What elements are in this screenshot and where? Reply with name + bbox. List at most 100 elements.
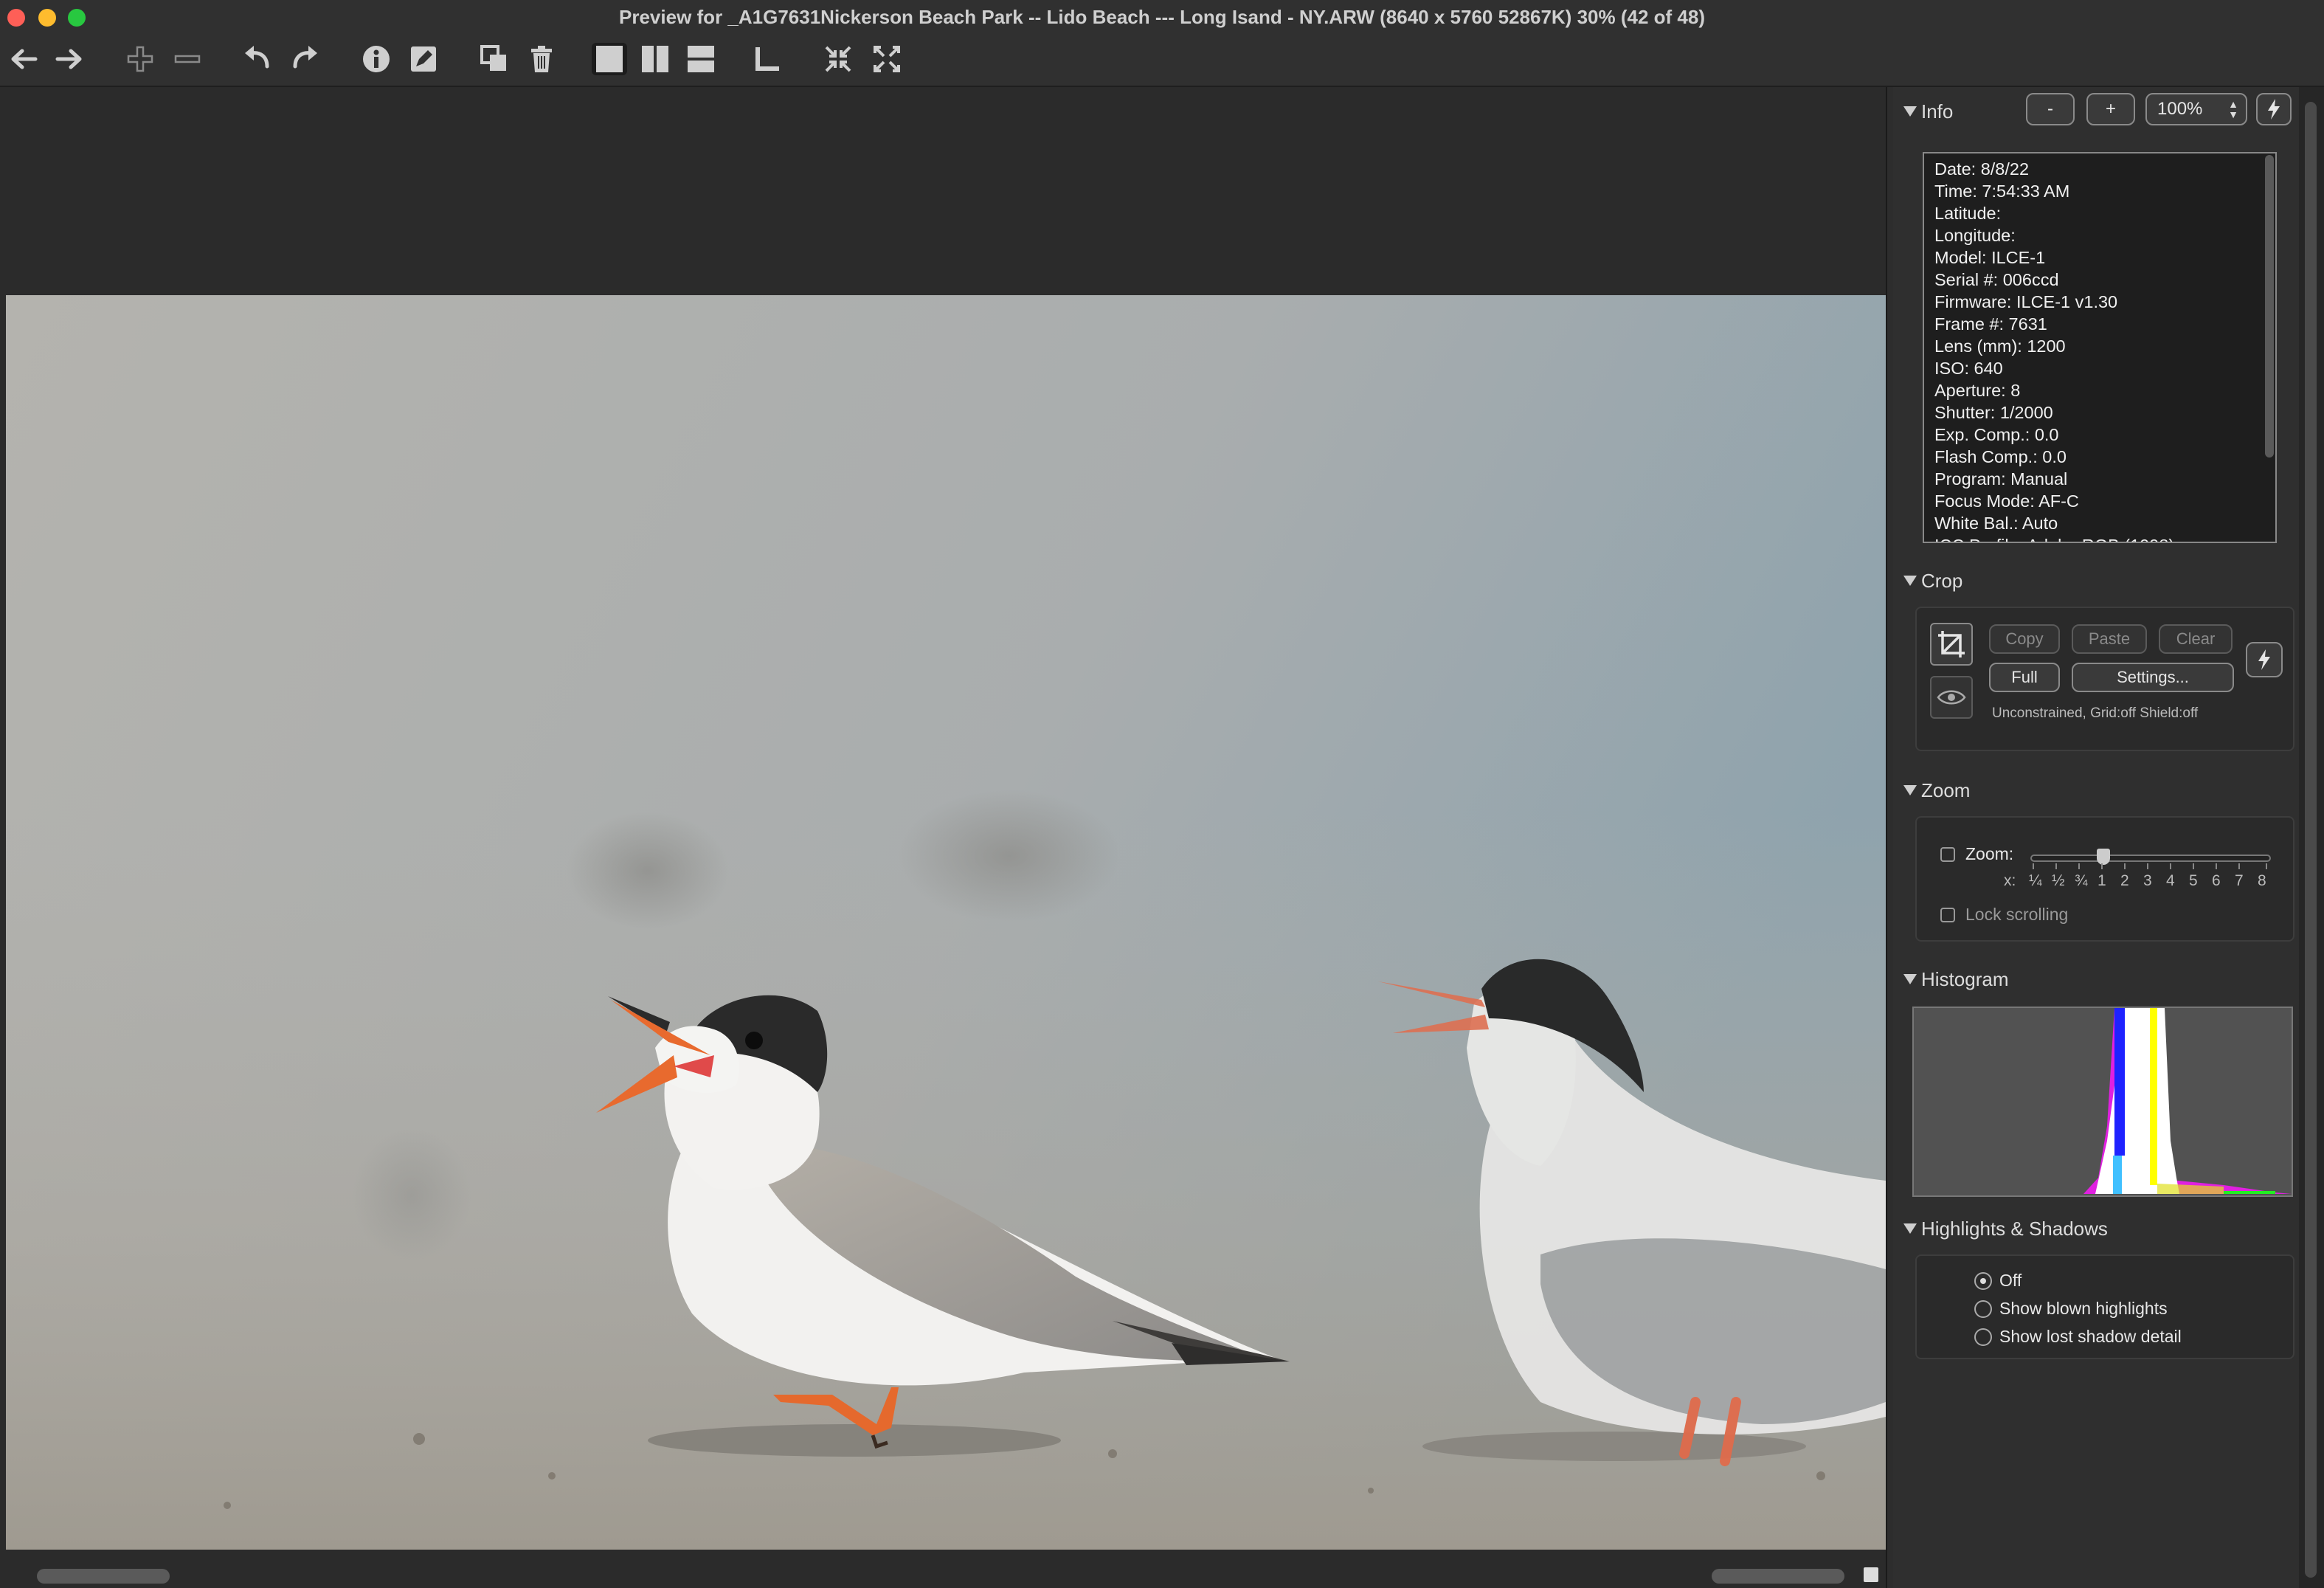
fit-screen-button[interactable] [822, 43, 854, 75]
metadata-line: Firmware: ILCE-1 v1.30 [1934, 292, 2118, 311]
metadata-line: Time: 7:54:33 AM [1934, 182, 2070, 201]
rotate-right-button[interactable] [289, 43, 322, 75]
metadata-line: Latitude: [1934, 204, 2002, 223]
crop-icon [1938, 631, 1965, 657]
stepper-arrows-icon: ▲ ▼ [2228, 98, 2238, 120]
zoom-tick-label: 3 [2143, 872, 2152, 889]
zoom-x-label: x: [2004, 872, 2016, 889]
zoom-slider[interactable] [2030, 849, 2271, 871]
minus-icon [174, 55, 201, 63]
metadata-line: Model: ILCE-1 [1934, 248, 2046, 267]
full-screen-button[interactable] [871, 43, 903, 75]
single-pane-icon [596, 46, 623, 72]
metadata-line: Aperture: 8 [1934, 381, 2021, 400]
metadata-line: Exp. Comp.: 0.0 [1934, 425, 2059, 444]
crop-full-button[interactable]: Full [1989, 663, 2060, 692]
info-section-header[interactable]: Info [1903, 100, 1953, 123]
remove-button[interactable] [171, 43, 204, 75]
crop-copy-button[interactable]: Copy [1989, 624, 2060, 654]
lightning-icon [2258, 649, 2270, 670]
preview-image[interactable] [6, 295, 1886, 1550]
viewer-scrollbar-right[interactable] [1712, 1569, 1844, 1584]
expand-arrows-icon [874, 46, 900, 72]
histogram-section-header[interactable]: Histogram [1903, 968, 2008, 991]
forward-arrow-button[interactable] [53, 43, 86, 75]
arrow-right-icon [55, 49, 82, 69]
crop-status-text: Unconstrained, Grid:off Shield:off [1992, 705, 2199, 721]
disclosure-triangle-icon [1903, 785, 1917, 795]
metadata-box[interactable]: Date: 8/8/22 Time: 7:54:33 AM Latitude: Lon… [1923, 152, 2277, 543]
window-title: Preview for _A1G7631Nickerson Beach Park… [619, 6, 1705, 28]
edit-icon [411, 46, 436, 72]
zoom-tick-label: 8 [2258, 872, 2266, 889]
filmstrip-button[interactable] [751, 43, 784, 75]
crop-tool-button[interactable] [1930, 623, 1973, 666]
zoom-tick-label: 7 [2235, 872, 2244, 889]
crop-action-button[interactable] [2246, 642, 2283, 677]
resize-corner[interactable] [1864, 1567, 1878, 1582]
delete-button[interactable] [525, 43, 558, 75]
zoom-tick-label: 5 [2189, 872, 2198, 889]
toolbar [0, 37, 2324, 87]
single-view-button[interactable] [592, 43, 627, 75]
zoom-tick-label: 1 [2098, 872, 2106, 889]
info-button[interactable] [360, 43, 392, 75]
zoom-out-button[interactable]: - [2026, 93, 2075, 125]
crop-section-header[interactable]: Crop [1903, 570, 1962, 593]
back-arrow-button[interactable] [7, 43, 40, 75]
info-icon [363, 46, 390, 72]
add-button[interactable] [124, 43, 156, 75]
highlights-section-header[interactable]: Highlights & Shadows [1903, 1218, 2108, 1240]
lock-scrolling-checkbox[interactable] [1940, 908, 1955, 922]
disclosure-triangle-icon [1903, 576, 1917, 586]
edit-button[interactable] [407, 43, 440, 75]
panel-scrollbar-thumb[interactable] [2305, 102, 2317, 1578]
metadata-line: ISO: 640 [1934, 359, 2003, 378]
zoom-tick-label: ¾ [2075, 872, 2088, 889]
zoom-tick-label: 2 [2120, 872, 2129, 889]
lightning-icon [2268, 99, 2280, 120]
crop-paste-button[interactable]: Paste [2072, 624, 2147, 654]
metadata-line: Lens (mm): 1200 [1934, 336, 2066, 356]
split-horizontal-button[interactable] [685, 43, 717, 75]
split-vertical-button[interactable] [639, 43, 671, 75]
highlights-option-label: Show lost shadow detail [1999, 1327, 2182, 1346]
metadata-line: Program: Manual [1934, 469, 2068, 489]
arrow-left-icon [11, 49, 38, 69]
zoom-tick-label: 4 [2166, 872, 2175, 889]
rotate-right-icon [293, 46, 317, 69]
eye-icon [1937, 690, 1966, 705]
collapse-arrows-icon [825, 46, 851, 72]
metadata-line: Focus Mode: AF-C [1934, 491, 2079, 511]
highlights-radio-2[interactable] [1974, 1328, 1992, 1346]
copy-icon [480, 45, 506, 71]
highlights-radio-0[interactable] [1974, 1272, 1992, 1290]
info-action-button[interactable] [2256, 93, 2292, 125]
metadata-line: Shutter: 1/2000 [1934, 403, 2053, 422]
metadata-line: ICC Profile: Adobe RGB (1998) [1934, 534, 2265, 542]
metadata-line: Flash Comp.: 0.0 [1934, 447, 2067, 466]
crop-clear-button[interactable]: Clear [2159, 624, 2233, 654]
zoom-in-button[interactable]: + [2086, 93, 2135, 125]
slider-ticks [2033, 863, 2267, 869]
metadata-line: Serial #: 006ccd [1934, 270, 2059, 289]
zoom-slider-thumb[interactable] [2097, 849, 2110, 865]
metadata-line: White Bal.: Auto [1934, 514, 2058, 533]
crop-preview-button[interactable] [1930, 676, 1973, 719]
metadata-line: Date: 8/8/22 [1934, 159, 2030, 179]
zoom-level-select[interactable]: 100% ▲ ▼ [2145, 93, 2247, 125]
metadata-line: Frame #: 7631 [1934, 314, 2047, 334]
panel-scrollbar[interactable] [2299, 87, 2324, 1588]
highlights-radio-1[interactable] [1974, 1300, 1992, 1318]
image-viewer[interactable] [0, 87, 1887, 1588]
title-bar: Preview for _A1G7631Nickerson Beach Park… [0, 0, 2324, 37]
zoom-checkbox[interactable] [1940, 847, 1955, 862]
rotate-left-button[interactable] [241, 43, 273, 75]
zoom-section-header[interactable]: Zoom [1903, 779, 1970, 802]
crop-settings-button[interactable]: Settings... [2072, 663, 2234, 692]
histogram-graph [1912, 1007, 2293, 1197]
viewer-scrollbar-left[interactable] [37, 1569, 170, 1584]
copy-button[interactable] [478, 43, 511, 75]
metadata-scrollbar[interactable] [2265, 155, 2274, 458]
zoom-tick-label: ½ [2052, 872, 2065, 889]
